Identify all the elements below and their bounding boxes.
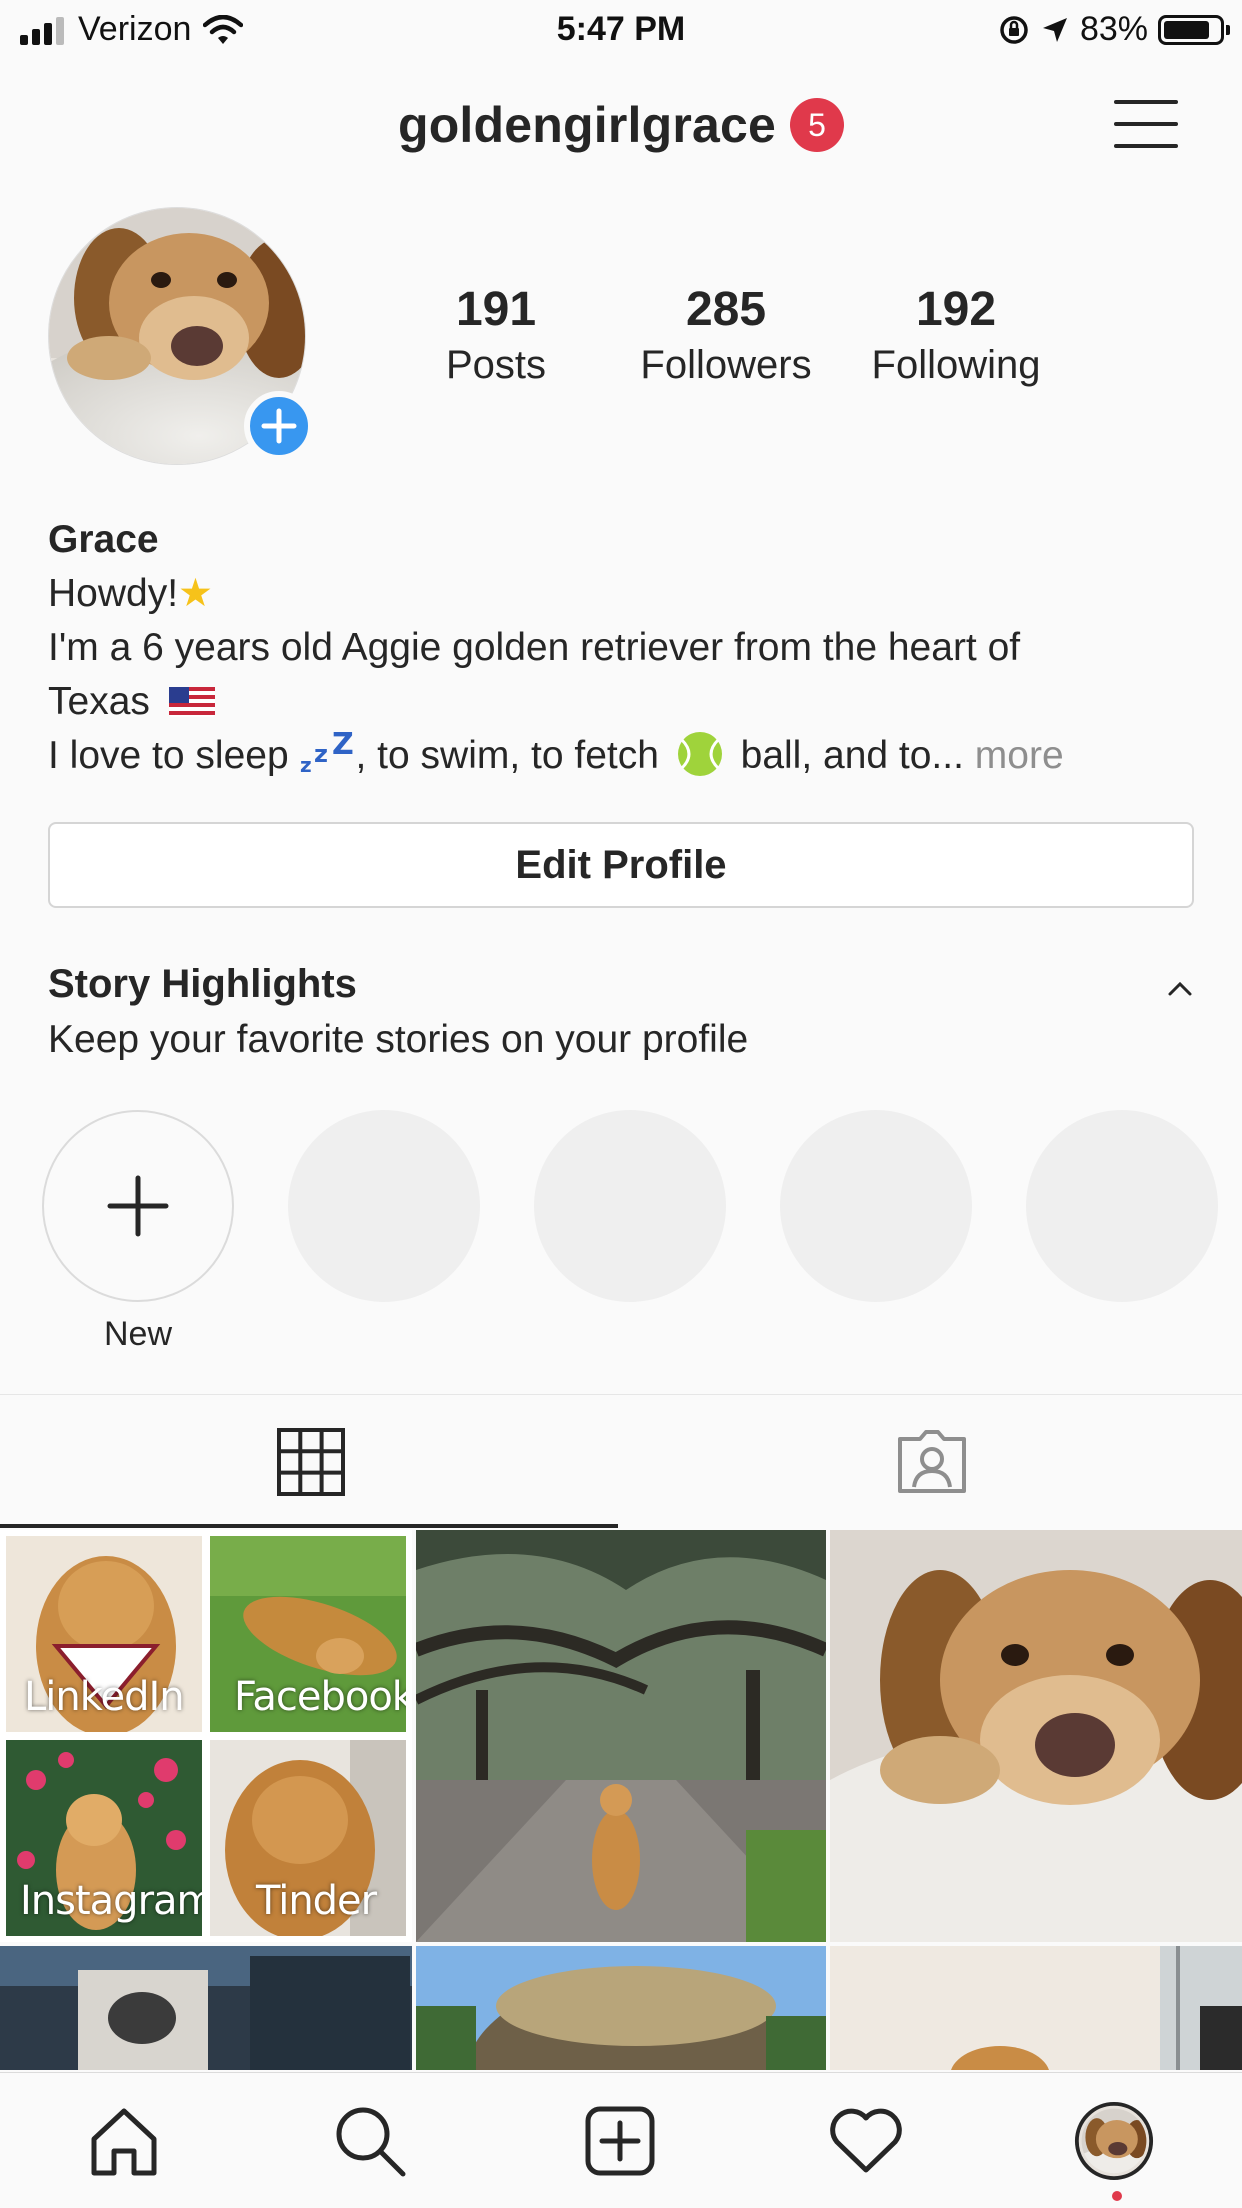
home-icon bbox=[91, 2108, 157, 2176]
sleeping-zzz-icon: z z Z bbox=[300, 727, 354, 777]
grid-post[interactable] bbox=[416, 1530, 826, 1942]
add-story-button[interactable] bbox=[244, 391, 314, 461]
grid-post[interactable]: LinkedIn Facebook Instagram Tinder bbox=[0, 1530, 412, 1942]
username-switcher[interactable]: goldengirlgrace 5 bbox=[0, 96, 1242, 154]
bio-text: Texas bbox=[48, 680, 150, 723]
tab-tagged[interactable] bbox=[621, 1395, 1242, 1529]
edit-profile-button[interactable]: Edit Profile bbox=[48, 822, 1194, 908]
posts-label: Posts bbox=[445, 343, 547, 387]
bio-line: Howdy!★ bbox=[48, 567, 1208, 621]
collage-tile: Tinder bbox=[210, 1740, 406, 1936]
tagged-person-icon bbox=[897, 1430, 966, 1493]
svg-text:Z: Z bbox=[332, 732, 354, 762]
highlight-placeholder bbox=[1026, 1110, 1218, 1302]
following-stat[interactable]: 192 Following bbox=[836, 282, 1076, 388]
story-highlights-subtitle: Keep your favorite stories on your profi… bbox=[48, 1018, 749, 1061]
profile-header: goldengirlgrace 5 bbox=[0, 90, 1242, 170]
following-count: 192 bbox=[915, 283, 997, 336]
collage-tile: Instagram bbox=[6, 1740, 202, 1936]
plus-icon bbox=[261, 408, 297, 444]
posts-count: 191 bbox=[455, 283, 537, 336]
bio-text: , to swim, to fetch bbox=[355, 734, 659, 777]
bio-text: Howdy! bbox=[48, 572, 179, 615]
grid-post[interactable] bbox=[830, 1946, 1242, 2070]
following-label: Following bbox=[871, 343, 1041, 387]
bio-text: I love to sleep bbox=[48, 734, 289, 777]
plus-icon bbox=[107, 1175, 169, 1237]
notification-badge: 5 bbox=[790, 98, 845, 152]
profile-tabs bbox=[0, 1394, 1242, 1528]
grid-post[interactable] bbox=[416, 1946, 826, 2070]
story-highlights-title: Story Highlights bbox=[48, 962, 357, 1006]
battery-percentage: 83% bbox=[1079, 10, 1148, 48]
add-post-icon bbox=[585, 2106, 655, 2176]
collage-label: Tinder bbox=[256, 1878, 377, 1924]
highlight-placeholder bbox=[534, 1110, 726, 1302]
followers-stat[interactable]: 285 Followers bbox=[606, 282, 846, 388]
battery-icon bbox=[1158, 14, 1230, 45]
bio-text: ball, and to... bbox=[740, 734, 964, 777]
location-arrow-icon bbox=[1042, 17, 1067, 42]
profile-avatar[interactable] bbox=[48, 207, 314, 467]
heart-icon bbox=[830, 2108, 902, 2173]
status-bar: Verizon 5:47 PM 83% bbox=[0, 0, 1242, 62]
new-highlight-label: New bbox=[103, 1315, 173, 1353]
collage-label: Instagram bbox=[20, 1878, 202, 1924]
star-emoji-icon: ★ bbox=[178, 572, 214, 615]
profile-stats: 191 Posts 285 Followers 192 Following bbox=[376, 282, 1066, 388]
svg-text:z: z bbox=[300, 753, 312, 776]
highlight-placeholder bbox=[288, 1110, 480, 1302]
profile-bio: Grace Howdy!★ I'm a 6 years old Aggie go… bbox=[48, 513, 1208, 783]
posts-stat[interactable]: 191 Posts bbox=[376, 282, 616, 388]
hamburger-menu-icon bbox=[1114, 100, 1178, 104]
us-flag-icon bbox=[168, 687, 215, 717]
nav-activity[interactable] bbox=[826, 2101, 906, 2181]
highlight-placeholder bbox=[780, 1110, 972, 1302]
nav-search[interactable] bbox=[330, 2101, 410, 2181]
grid-icon bbox=[276, 1428, 345, 1496]
active-tab-indicator bbox=[0, 1524, 618, 1528]
display-name: Grace bbox=[48, 518, 159, 561]
status-right: 83% bbox=[998, 10, 1230, 49]
activity-indicator-dot bbox=[1112, 2191, 1122, 2201]
collage-tile: LinkedIn bbox=[6, 1536, 202, 1732]
nav-profile[interactable] bbox=[1074, 2101, 1154, 2181]
collage-tile: Facebook bbox=[210, 1536, 406, 1732]
orientation-lock-icon bbox=[1000, 15, 1028, 44]
chevron-up-icon[interactable] bbox=[1166, 975, 1194, 1003]
bio-line: I love to sleep z z Z , to swim, to fetc… bbox=[48, 727, 1208, 783]
bio-more-link[interactable]: more bbox=[975, 734, 1064, 777]
nav-new-post[interactable] bbox=[580, 2101, 660, 2181]
grid-post[interactable] bbox=[830, 1530, 1242, 1942]
new-highlight-button[interactable] bbox=[42, 1110, 234, 1302]
collage-label: Facebook bbox=[234, 1674, 406, 1720]
username-title: goldengirlgrace bbox=[397, 97, 777, 153]
instagram-profile-screen: Verizon 5:47 PM 83% goldengirlgrace 5 19… bbox=[0, 0, 1242, 2208]
collage-label: LinkedIn bbox=[24, 1674, 185, 1720]
tab-grid[interactable] bbox=[0, 1395, 621, 1529]
search-icon bbox=[336, 2107, 406, 2177]
tennis-ball-icon bbox=[677, 732, 722, 776]
profile-avatar-icon bbox=[1074, 2101, 1154, 2181]
followers-label: Followers bbox=[640, 343, 812, 387]
posts-grid: LinkedIn Facebook Instagram Tinder bbox=[0, 1530, 1242, 2070]
bottom-navigation bbox=[0, 2072, 1242, 2208]
followers-count: 285 bbox=[685, 283, 767, 336]
svg-text:z: z bbox=[314, 740, 328, 768]
nav-home[interactable] bbox=[84, 2101, 164, 2181]
bio-line: Texas bbox=[48, 675, 1208, 729]
grid-post[interactable] bbox=[0, 1946, 412, 2070]
bio-line: I'm a 6 years old Aggie golden retriever… bbox=[48, 626, 1021, 669]
menu-button[interactable] bbox=[1114, 96, 1178, 152]
